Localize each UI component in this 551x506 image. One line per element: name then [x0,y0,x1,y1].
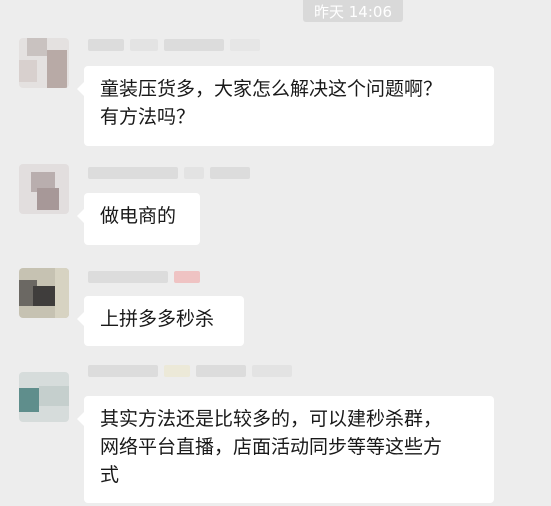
avatar[interactable] [19,372,69,422]
message-line: 上拼多多秒杀 [100,308,215,330]
chat-timestamp: 昨天 14:06 [303,0,403,22]
avatar[interactable] [19,38,69,88]
message-line: 式 [100,464,120,486]
message-bubble[interactable]: 其实方法还是比较多的，可以建秒杀群， 网络平台直播，店面活动同步等等这些方 式 [77,396,494,503]
message-line: 做电商的 [100,205,177,227]
message-bubble[interactable]: 童装压货多，大家怎么解决这个问题啊？ 有方法吗？ [77,66,494,146]
sender-name-blurred [88,38,260,52]
avatar[interactable] [19,268,69,318]
sender-name-blurred [88,364,292,378]
message-line: 有方法吗？ [100,106,196,128]
message-bubble[interactable]: 做电商的 [77,193,200,245]
message-bubble[interactable]: 上拼多多秒杀 [77,296,244,346]
sender-name-blurred [88,166,250,180]
message-line: 童装压货多，大家怎么解决这个问题啊？ [100,78,443,100]
sender-name-blurred [88,270,200,284]
avatar[interactable] [19,164,69,214]
message-line: 其实方法还是比较多的，可以建秒杀群， [100,408,443,430]
message-line: 网络平台直播，店面活动同步等等这些方 [100,436,443,458]
